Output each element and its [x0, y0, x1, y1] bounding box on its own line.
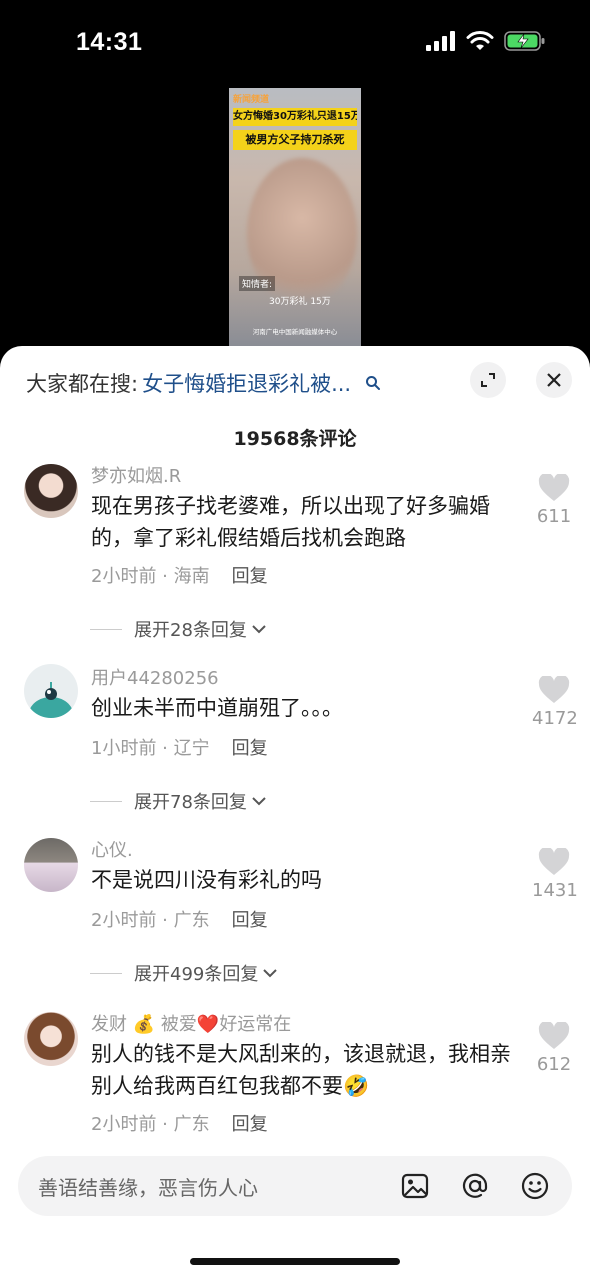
comment-time-location: 2小时前 · 广东 — [91, 910, 210, 931]
like-button[interactable]: 611 — [532, 474, 576, 527]
like-button[interactable]: 612 — [532, 1022, 576, 1075]
search-term-link[interactable]: 女子悔婚拒退彩礼被... — [142, 368, 351, 398]
divider — [90, 628, 122, 630]
status-time: 14:31 — [76, 28, 143, 56]
comment-text[interactable]: 别人的钱不是大风刮来的，该退就退，我相亲别人给我两百红包我都不要🤣 — [91, 1038, 516, 1102]
video-subtitle: 30万彩礼 15万 — [269, 297, 331, 307]
avatar[interactable] — [24, 1012, 78, 1066]
comment-text[interactable]: 创业未半而中道崩殂了。。。 — [91, 692, 516, 724]
trending-search[interactable]: 大家都在搜: 女子悔婚拒退彩礼被... — [26, 366, 426, 400]
reply-button[interactable]: 回复 — [232, 738, 268, 759]
expand-replies-label: 展开28条回复 — [134, 620, 247, 641]
heart-icon — [538, 848, 570, 875]
status-bar: 14:31 — [0, 0, 590, 88]
comment-text[interactable]: 现在男孩子找老婆难，所以出现了好多骗婚的，拿了彩礼假结婚后找机会跑路 — [91, 490, 516, 554]
comment-time-location: 1小时前 · 辽宁 — [91, 738, 210, 759]
emoji-button[interactable] — [518, 1169, 552, 1203]
comment-meta: 2小时前 · 广东 回复 — [91, 906, 268, 932]
video-title-line-1: 女方悔婚30万彩礼只退15万 — [233, 108, 357, 126]
comment-username[interactable]: 发财 💰 被爱❤️好运常在 — [91, 1010, 291, 1036]
home-indicator[interactable] — [190, 1258, 400, 1265]
chevron-down-icon — [252, 797, 266, 806]
close-icon — [547, 373, 561, 387]
reply-button[interactable]: 回复 — [232, 566, 268, 587]
expand-icon — [481, 373, 495, 387]
comment-input-placeholder[interactable]: 善语结善缘，恶言伤人心 — [38, 1172, 258, 1201]
expand-replies[interactable]: 展开28条回复 — [90, 616, 268, 642]
wifi-icon — [466, 31, 494, 50]
image-icon — [401, 1173, 429, 1199]
mention-button[interactable] — [458, 1169, 492, 1203]
video-footer: 河南广电中国新闻融媒体中心 — [252, 328, 338, 336]
heart-icon — [538, 676, 570, 703]
expand-replies[interactable]: 展开78条回复 — [90, 788, 268, 814]
avatar[interactable] — [24, 664, 78, 718]
reply-button[interactable]: 回复 — [232, 1114, 268, 1135]
reply-button[interactable]: 回复 — [232, 910, 268, 931]
like-button[interactable]: 4172 — [532, 676, 578, 729]
like-button[interactable]: 1431 — [532, 848, 578, 901]
comment-text[interactable]: 不是说四川没有彩礼的吗 — [91, 864, 516, 896]
chevron-down-icon — [252, 625, 266, 634]
heart-icon — [538, 1022, 570, 1049]
battery-charging-icon — [504, 31, 545, 51]
smiley-icon — [521, 1172, 549, 1200]
comment-time-location: 2小时前 · 海南 — [91, 566, 210, 587]
divider — [90, 800, 122, 802]
username-part: 好运常在 — [219, 1014, 292, 1035]
like-count: 612 — [536, 1054, 572, 1075]
signal-icon — [426, 31, 455, 51]
status-icons — [426, 30, 546, 52]
comment-username[interactable]: 心仪. — [91, 836, 133, 862]
avatar[interactable] — [24, 464, 78, 518]
comment-time-location: 2小时前 · 广东 — [91, 1114, 210, 1135]
comment-meta: 2小时前 · 广东 回复 — [91, 1110, 268, 1136]
image-button[interactable] — [398, 1169, 432, 1203]
close-button[interactable] — [536, 362, 572, 398]
video-thumbnail[interactable]: 新闻频道 女方悔婚30万彩礼只退15万 被男方父子持刀杀死 知情者: 30万彩礼… — [229, 88, 361, 346]
like-count: 1431 — [532, 880, 578, 901]
expand-replies[interactable]: 展开499条回复 — [90, 960, 279, 986]
comment-username[interactable]: 用户44280256 — [91, 664, 219, 690]
username-part: 被爱 — [160, 1014, 197, 1035]
divider — [90, 972, 122, 974]
heart-emoji: ❤️ — [196, 1014, 220, 1035]
comment-meta: 1小时前 · 辽宁 回复 — [91, 734, 268, 760]
like-count: 611 — [536, 506, 572, 527]
search-label: 大家都在搜: — [26, 372, 139, 396]
comment-username[interactable]: 梦亦如烟.R — [91, 462, 181, 488]
expand-replies-label: 展开499条回复 — [134, 964, 259, 985]
video-title-line-2: 被男方父子持刀杀死 — [233, 130, 357, 150]
expand-replies-label: 展开78条回复 — [134, 792, 247, 813]
chevron-down-icon — [263, 969, 278, 978]
like-count: 4172 — [532, 708, 578, 729]
username-part: 发财 — [91, 1014, 127, 1035]
money-bag-emoji: 💰 — [132, 1014, 156, 1035]
comments-count: 19568条评论 — [233, 428, 357, 450]
heart-icon — [538, 474, 570, 501]
avatar[interactable] — [24, 838, 78, 892]
default-avatar-icon — [28, 682, 74, 718]
comment-sheet: 大家都在搜: 女子悔婚拒退彩礼被... 19568条评论 梦亦如烟.R 现在男孩… — [0, 346, 590, 1280]
video-informant-label: 知情者: — [239, 276, 276, 291]
comment-input-bar[interactable]: 善语结善缘，恶言伤人心 — [18, 1156, 572, 1216]
search-icon[interactable] — [365, 375, 381, 391]
comment-meta: 2小时前 · 海南 回复 — [91, 562, 268, 588]
expand-button[interactable] — [470, 362, 506, 398]
video-logo: 新闻频道 — [233, 95, 270, 105]
at-sign-icon — [462, 1173, 488, 1198]
video-area[interactable]: 新闻频道 女方悔婚30万彩礼只退15万 被男方父子持刀杀死 知情者: 30万彩礼… — [0, 88, 590, 350]
